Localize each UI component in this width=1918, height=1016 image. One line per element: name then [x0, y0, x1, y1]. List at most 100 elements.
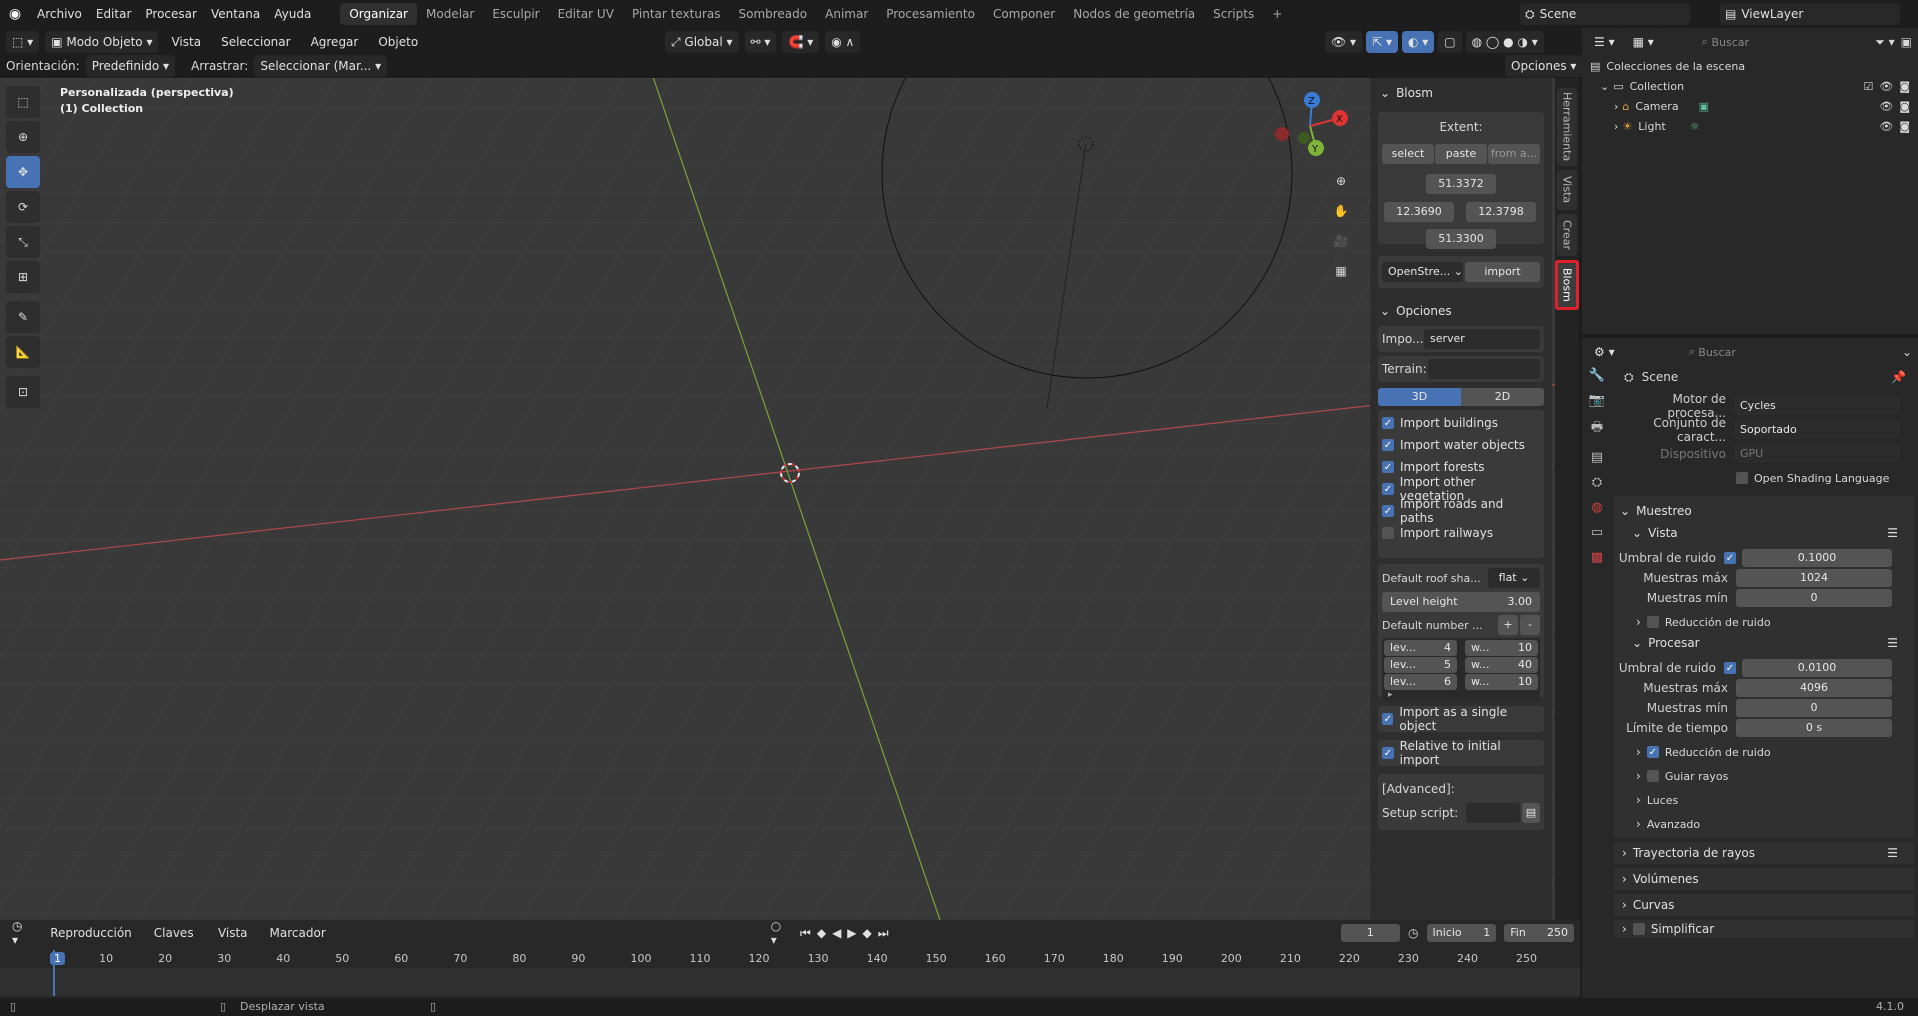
list-item[interactable]: lev... 6 w... 10: [1384, 674, 1538, 690]
time-limit-field[interactable]: 0 s: [1736, 719, 1892, 737]
vp-denoise-row[interactable]: › Reducción de ruido: [1614, 612, 1914, 632]
measure-tool-icon[interactable]: 📐: [6, 336, 40, 368]
vp-menu-vista[interactable]: Vista: [164, 31, 208, 53]
vp-menu-agregar[interactable]: Agregar: [304, 31, 366, 53]
ortho-grid-icon[interactable]: ▦: [1330, 260, 1352, 282]
cursor-tool-icon[interactable]: ⊕: [6, 121, 40, 153]
transform-orientation[interactable]: ⤢ Global ▾: [665, 31, 739, 53]
scale-tool-icon[interactable]: ⤡: [6, 226, 40, 258]
viewlayer-selector[interactable]: ▤ ViewLayer: [1720, 3, 1900, 25]
eye-icon[interactable]: 👁: [1879, 80, 1893, 93]
blosm-header[interactable]: ⌄ Blosm: [1380, 84, 1433, 102]
collection-props-icon[interactable]: ▭: [1591, 525, 1603, 540]
output-props-icon[interactable]: 🖶: [1591, 418, 1603, 440]
import-button[interactable]: import: [1465, 262, 1540, 282]
tab-sombreado[interactable]: Sombreado: [729, 3, 816, 25]
camera-render-icon[interactable]: ◙: [1899, 120, 1910, 133]
pan-hand-icon[interactable]: ✋: [1330, 200, 1352, 222]
outliner-root[interactable]: ▤ Colecciones de la escena: [1590, 56, 1910, 76]
engine-dropdown[interactable]: Cycles: [1734, 397, 1900, 415]
tab-organizar[interactable]: Organizar: [340, 3, 417, 25]
terrain-field[interactable]: [1428, 359, 1540, 379]
tab-modelar[interactable]: Modelar: [417, 3, 483, 25]
start-frame-field[interactable]: Inicio 1: [1426, 924, 1497, 942]
add-workspace-icon[interactable]: +: [1263, 3, 1291, 25]
mode-2d-button[interactable]: 2D: [1461, 388, 1544, 406]
blender-logo-icon[interactable]: ◉: [0, 6, 30, 22]
tab-esculpir[interactable]: Esculpir: [483, 3, 548, 25]
advanced-row[interactable]: › Avanzado: [1614, 814, 1914, 834]
vp-menu-seleccionar[interactable]: Seleccionar: [214, 31, 297, 53]
setup-script-field[interactable]: [1466, 803, 1520, 823]
simplify-header[interactable]: › Simplificar: [1614, 920, 1914, 938]
play-reverse-icon[interactable]: ◀: [832, 926, 841, 940]
outliner-search[interactable]: ⌕ Buscar: [1695, 32, 1812, 52]
timeline-editor-type[interactable]: ◷ ▾: [6, 919, 36, 947]
mode-selector[interactable]: ▣ Modo Objeto ▾: [45, 31, 159, 53]
outliner-collection[interactable]: ⌄ ▭ Collection ☑ 👁 ◙: [1590, 76, 1910, 96]
r-max-field[interactable]: 4096: [1736, 679, 1892, 697]
display-mode[interactable]: ▦ ▾: [1626, 31, 1660, 53]
scene-props-icon[interactable]: ⛭: [1592, 475, 1602, 490]
outliner-editor-type[interactable]: ☰ ▾: [1588, 31, 1621, 53]
check-railways[interactable]: Import railways: [1382, 522, 1540, 544]
extent-right-field[interactable]: 12.3798: [1466, 202, 1536, 222]
properties-search[interactable]: ⌕ Buscar: [1682, 342, 1795, 362]
camera-view-icon[interactable]: 🎥: [1330, 230, 1352, 252]
tab-vista[interactable]: Vista: [1557, 170, 1577, 210]
r-denoise-row[interactable]: › ✓ Reducción de ruido: [1614, 742, 1914, 762]
check-water[interactable]: ✓ Import water objects: [1382, 434, 1540, 456]
move-tool-icon[interactable]: ✥: [6, 156, 40, 188]
extent-select-button[interactable]: select: [1382, 144, 1434, 164]
extent-paste-button[interactable]: paste: [1435, 144, 1487, 164]
xray-toggle[interactable]: ▢: [1438, 31, 1462, 53]
tab-herramienta[interactable]: Herramienta: [1557, 88, 1577, 166]
outliner-light[interactable]: › ☀ Light ☼ 👁 ◙: [1590, 116, 1910, 136]
expand-list-icon[interactable]: ▸: [1384, 690, 1538, 700]
add-level-button[interactable]: +: [1498, 615, 1518, 635]
3d-viewport[interactable]: Personalizada (perspectiva) (1) Collecti…: [0, 78, 1562, 920]
menu-editar[interactable]: Editar: [89, 0, 139, 28]
pin-icon[interactable]: 📌: [1891, 370, 1906, 384]
vp-noise-field[interactable]: 0.1000: [1742, 549, 1892, 567]
tab-scripts[interactable]: Scripts: [1204, 3, 1263, 25]
camera-render-icon[interactable]: ◙: [1899, 80, 1910, 93]
extent-left-field[interactable]: 12.3690: [1384, 202, 1454, 222]
lights-row[interactable]: › Luces: [1614, 790, 1914, 810]
clock-icon[interactable]: ◷: [1408, 926, 1418, 940]
timeline-track[interactable]: 1 10 20 30 40 50 60 70 80 90 100 110 120 130 140 150 160…: [0, 950, 1580, 996]
list-item[interactable]: lev... 4 w... 10: [1384, 640, 1538, 656]
menu-procesar[interactable]: Procesar: [138, 0, 204, 28]
filter-icon[interactable]: ⏷ ▾: [1875, 35, 1894, 50]
view-layer-props-icon[interactable]: ▤: [1591, 450, 1603, 465]
gizmo-toggle[interactable]: ⇱ ▾: [1366, 31, 1398, 53]
import-source-dropdown[interactable]: server: [1424, 329, 1540, 349]
timeline-menu-keys[interactable]: Claves ▾: [147, 922, 203, 962]
add-cube-tool-icon[interactable]: ⊡: [6, 376, 40, 408]
menu-ventana[interactable]: Ventana: [204, 0, 267, 28]
guide-row[interactable]: › Guiar rayos: [1614, 766, 1914, 786]
prev-keyframe-icon[interactable]: ◆: [817, 926, 826, 940]
presets-icon[interactable]: ☰: [1887, 636, 1898, 650]
playhead[interactable]: [53, 950, 55, 996]
properties-editor-type[interactable]: ⚙ ▾: [1588, 341, 1621, 363]
remove-level-button[interactable]: -: [1520, 615, 1540, 635]
sampling-viewport-header[interactable]: ⌄ Vista ☰: [1614, 522, 1914, 544]
list-item[interactable]: lev... 5 w... 40: [1384, 657, 1538, 673]
world-props-icon[interactable]: ◍: [1591, 500, 1602, 515]
options-header[interactable]: ⌄ Opciones: [1380, 304, 1452, 318]
light-paths-header[interactable]: › Trayectoria de rayos ☰: [1614, 842, 1914, 864]
scene-selector[interactable]: ⛭ Scene: [1520, 3, 1690, 25]
orientation-dropdown[interactable]: Predefinido ▾: [85, 55, 176, 77]
mode-3d-button[interactable]: 3D: [1378, 388, 1461, 406]
device-dropdown[interactable]: GPU: [1734, 445, 1900, 463]
checkbox-checked-icon[interactable]: ☑: [1863, 80, 1873, 93]
shading-modes[interactable]: ◍ ◯ ● ◑ ▾: [1465, 31, 1544, 53]
autokey-icon[interactable]: ○ ▾: [771, 919, 788, 947]
select-box-icon[interactable]: ⬚: [6, 86, 40, 118]
tab-procesamiento[interactable]: Procesamiento: [877, 3, 984, 25]
pivot-selector[interactable]: ⚯ ▾: [744, 31, 777, 53]
eye-icon[interactable]: 👁: [1879, 100, 1893, 113]
sampling-header[interactable]: ⌄ Muestreo: [1614, 500, 1914, 522]
curves-header[interactable]: › Curvas: [1614, 894, 1914, 916]
